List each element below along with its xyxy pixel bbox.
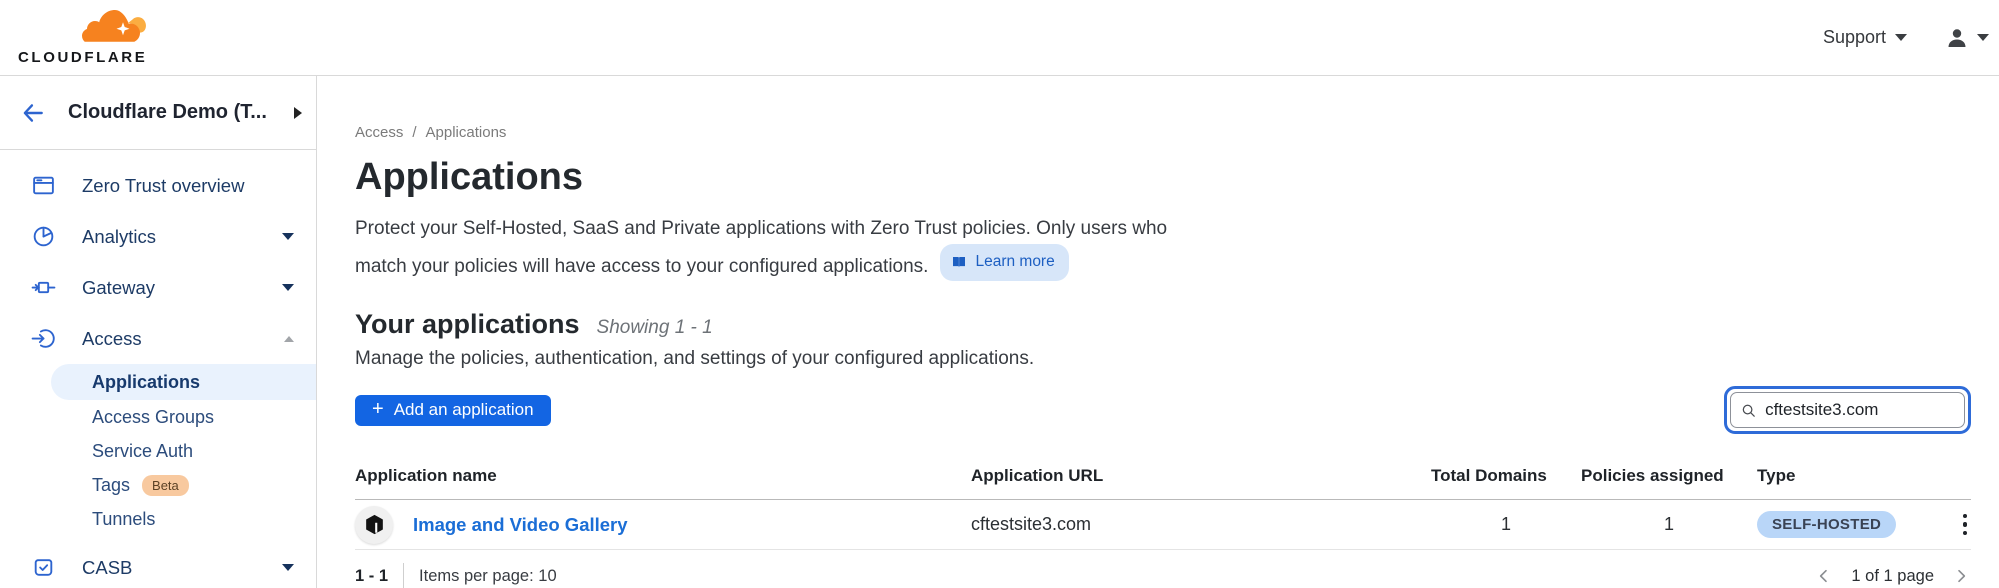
cube-icon bbox=[363, 513, 386, 536]
user-icon bbox=[1945, 26, 1969, 50]
top-bar: CLOUDFLARE Support bbox=[0, 0, 1999, 76]
plus-icon: + bbox=[372, 399, 384, 419]
add-application-button[interactable]: + Add an application bbox=[355, 395, 551, 426]
column-header-total-domains: Total Domains bbox=[1431, 466, 1581, 486]
breadcrumb: Access / Applications bbox=[355, 124, 1971, 141]
sidebar-item-service-auth[interactable]: Service Auth bbox=[0, 434, 316, 468]
search-icon bbox=[1741, 402, 1756, 419]
sidebar-item-tags[interactable]: Tags Beta bbox=[0, 468, 316, 502]
learn-more-button[interactable]: Learn more bbox=[940, 244, 1068, 281]
sidebar-item-casb[interactable]: CASB bbox=[0, 542, 316, 588]
overview-icon bbox=[31, 173, 56, 198]
pagination-range: 1 - 1 bbox=[355, 567, 388, 586]
cloudflare-cloud-icon bbox=[82, 9, 148, 43]
chevron-down-icon bbox=[1977, 34, 1989, 41]
row-actions-kebab-menu[interactable] bbox=[1959, 510, 1972, 540]
sidebar-nav: Zero Trust overview Analytics Gateway bbox=[0, 150, 316, 588]
add-application-label: Add an application bbox=[394, 400, 534, 420]
applications-table: Application name Application URL Total D… bbox=[355, 456, 1971, 550]
breadcrumb-access[interactable]: Access bbox=[355, 124, 403, 141]
cloudflare-logo-text: CLOUDFLARE bbox=[18, 49, 154, 66]
application-name-link[interactable]: Image and Video Gallery bbox=[413, 514, 628, 536]
account-expand-icon[interactable] bbox=[294, 107, 302, 119]
next-page-button[interactable] bbox=[1951, 566, 1971, 586]
sidebar-item-label: Tags bbox=[92, 475, 130, 496]
search-box bbox=[1730, 392, 1965, 428]
sidebar-item-label: Access bbox=[82, 328, 284, 350]
table-row: Image and Video Gallery cftestsite3.com … bbox=[355, 500, 1971, 550]
sidebar-item-applications[interactable]: Applications bbox=[51, 364, 316, 400]
sidebar-item-label: Access Groups bbox=[92, 407, 214, 428]
main-content: Access / Applications Applications Prote… bbox=[318, 76, 1999, 588]
chevron-down-icon bbox=[282, 564, 294, 571]
sidebar-item-label: CASB bbox=[82, 557, 282, 579]
section-subtitle: Manage the policies, authentication, and… bbox=[355, 348, 1971, 370]
sidebar-item-label: Applications bbox=[92, 372, 200, 393]
items-per-page-select[interactable]: Items per page: 10 bbox=[419, 567, 557, 586]
search-input[interactable] bbox=[1765, 400, 1954, 420]
sidebar-item-gateway[interactable]: Gateway bbox=[0, 262, 316, 313]
chevron-up-icon bbox=[284, 336, 294, 342]
search-focus-ring bbox=[1724, 386, 1971, 434]
access-icon bbox=[31, 326, 56, 351]
description-line2: match your policies will have access to … bbox=[355, 256, 928, 277]
column-header-type: Type bbox=[1757, 466, 1931, 486]
sidebar-item-label: Service Auth bbox=[92, 441, 193, 462]
account-name: Cloudflare Demo (T... bbox=[68, 101, 294, 124]
page-description: Protect your Self-Hosted, SaaS and Priva… bbox=[355, 214, 1971, 282]
table-header-row: Application name Application URL Total D… bbox=[355, 456, 1971, 500]
sidebar: Cloudflare Demo (T... Zero Trust overvie… bbox=[0, 76, 317, 588]
section-title: Your applications bbox=[355, 309, 580, 340]
cloudflare-logo: CLOUDFLARE bbox=[18, 9, 154, 66]
chevron-down-icon bbox=[282, 284, 294, 291]
sidebar-item-analytics[interactable]: Analytics bbox=[0, 211, 316, 262]
beta-badge: Beta bbox=[142, 475, 189, 496]
casb-icon bbox=[31, 555, 56, 580]
policies-assigned-value: 1 bbox=[1581, 514, 1757, 535]
learn-more-label: Learn more bbox=[975, 247, 1054, 277]
analytics-icon bbox=[31, 224, 56, 249]
column-header-application-name: Application name bbox=[355, 466, 971, 486]
sidebar-item-label: Tunnels bbox=[92, 509, 155, 530]
showing-count: Showing 1 - 1 bbox=[597, 317, 713, 339]
book-icon bbox=[951, 254, 967, 270]
column-header-policies-assigned: Policies assigned bbox=[1581, 466, 1757, 486]
chevron-down-icon bbox=[282, 233, 294, 240]
description-line1: Protect your Self-Hosted, SaaS and Priva… bbox=[355, 218, 1167, 239]
gateway-icon bbox=[31, 275, 56, 300]
chevron-down-icon bbox=[1895, 34, 1907, 41]
pagination: 1 - 1 Items per page: 10 1 of 1 page bbox=[355, 563, 1971, 588]
sidebar-item-label: Gateway bbox=[82, 277, 282, 299]
sidebar-item-zero-trust-overview[interactable]: Zero Trust overview bbox=[0, 160, 316, 211]
total-domains-value: 1 bbox=[1431, 514, 1581, 535]
zero-trust-dashboard: CLOUDFLARE Support Cloudflare Demo (T... bbox=[0, 0, 1999, 588]
chevron-left-icon bbox=[1816, 568, 1832, 584]
support-label: Support bbox=[1823, 27, 1886, 48]
support-menu[interactable]: Support bbox=[1823, 27, 1907, 48]
page-indicator: 1 of 1 page bbox=[1851, 567, 1934, 586]
sidebar-item-access[interactable]: Access bbox=[0, 313, 316, 364]
sidebar-item-label: Zero Trust overview bbox=[82, 175, 294, 197]
previous-page-button[interactable] bbox=[1814, 566, 1834, 586]
divider bbox=[403, 563, 404, 588]
breadcrumb-separator: / bbox=[412, 124, 416, 141]
application-avatar bbox=[355, 506, 393, 544]
chevron-right-icon bbox=[1953, 568, 1969, 584]
column-header-application-url: Application URL bbox=[971, 466, 1431, 486]
page-title: Applications bbox=[355, 155, 1971, 199]
back-arrow-icon[interactable] bbox=[20, 100, 46, 126]
user-account-menu[interactable] bbox=[1945, 26, 1989, 50]
application-url: cftestsite3.com bbox=[971, 514, 1431, 535]
type-badge: SELF-HOSTED bbox=[1757, 511, 1896, 538]
breadcrumb-applications[interactable]: Applications bbox=[426, 124, 507, 141]
sidebar-item-tunnels[interactable]: Tunnels bbox=[0, 502, 316, 536]
sidebar-account-header: Cloudflare Demo (T... bbox=[0, 76, 316, 150]
sidebar-item-access-groups[interactable]: Access Groups bbox=[0, 400, 316, 434]
sidebar-item-label: Analytics bbox=[82, 226, 282, 248]
